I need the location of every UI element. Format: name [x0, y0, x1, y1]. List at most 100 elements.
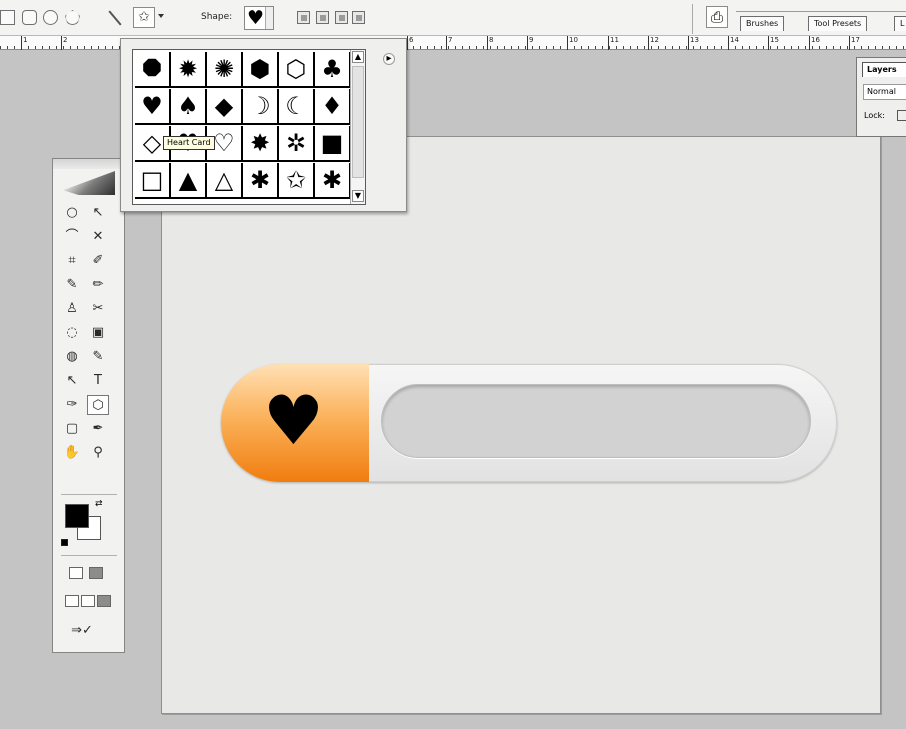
crescent-icon[interactable]: ☽ — [243, 89, 279, 125]
ruler-number: 1 — [21, 36, 27, 50]
ruler-number: 9 — [527, 36, 533, 50]
tooltip: Heart Card — [163, 136, 215, 150]
polygon-tool-icon[interactable] — [65, 10, 80, 25]
tab-tool-presets[interactable]: Tool Presets — [808, 16, 868, 31]
tools-palette: ○ ↖ ⌒ ✕ ⌗ ✐ ✎ ✏ ♙ ✂ ◌ ▣ ◍ ✎ ↖ T ✑ ⬡ ▢ ✒ ✋ ⚲ ⇄ ⇒✓ — [52, 158, 125, 653]
brush-tool-icon[interactable]: ✏ — [87, 275, 109, 295]
chevron-down-icon[interactable]: ▼ — [352, 190, 364, 202]
eraser-tool-icon[interactable]: ◌ — [61, 323, 83, 343]
blend-mode-select[interactable]: Normal — [863, 84, 906, 100]
divider — [61, 555, 117, 556]
shape-picker-dropdown[interactable]: ♥ — [244, 6, 274, 30]
custom-shape-tool-icon[interactable]: ✩ — [133, 7, 155, 28]
chevron-up-icon[interactable]: ▲ — [352, 51, 364, 63]
heart-icon[interactable]: ♥ — [135, 89, 171, 125]
club-icon[interactable]: ♣ — [315, 52, 351, 88]
starburst-icon[interactable]: ✹ — [171, 52, 207, 88]
notes-tool-icon[interactable]: ▢ — [61, 419, 83, 439]
feather-logo-icon[interactable] — [63, 171, 115, 195]
layers-panel: Layers Normal Lock: — [856, 57, 906, 137]
tab-brushes[interactable]: Brushes — [740, 16, 785, 31]
clone-stamp-icon[interactable]: ♙ — [61, 299, 83, 319]
triangle-icon[interactable]: ▲ — [171, 163, 207, 199]
palette-well-icon[interactable]: ⎙ — [706, 6, 728, 28]
progress-inner-field — [381, 384, 811, 458]
dodge-tool-icon[interactable]: ✎ — [87, 347, 109, 367]
burst-icon[interactable]: ✸ — [243, 126, 279, 162]
custom-shape-picker-popup: ⯃✹✺⬢⬡♣♥♠◆☽☾♦◇♥♡✸✲■□▲△✱✩✱ ▲ ▼ ▸ — [120, 38, 407, 212]
swap-colors-icon[interactable]: ⇄ — [95, 499, 103, 509]
octagon-icon[interactable]: ⯃ — [135, 52, 171, 88]
type-tool-icon[interactable]: T — [87, 371, 109, 391]
create-new-shape-layer-icon[interactable] — [297, 11, 310, 24]
default-colors-icon[interactable] — [61, 539, 68, 546]
palette-well: Brushes Tool Presets L — [736, 11, 906, 31]
spade-icon[interactable]: ♠ — [171, 89, 207, 125]
eyedropper-tool-icon[interactable]: ✒ — [87, 419, 109, 439]
path-selection-icon[interactable]: ↖ — [61, 371, 83, 391]
shape-grid: ⯃✹✺⬢⬡♣♥♠◆☽☾♦◇♥♡✸✲■□▲△✱✩✱ — [132, 49, 366, 205]
ruler-number: 11 — [608, 36, 619, 50]
crescent-outline-icon[interactable]: ☾ — [279, 89, 315, 125]
pen-tool-icon[interactable]: ✑ — [61, 395, 83, 415]
slice-tool-icon[interactable]: ✐ — [87, 251, 109, 271]
hexagon-outline-icon[interactable]: ⬡ — [279, 52, 315, 88]
foreground-color-swatch[interactable] — [65, 504, 89, 528]
diamond-icon[interactable]: ◆ — [207, 89, 243, 125]
zoom-tool-icon[interactable]: ⚲ — [87, 443, 109, 463]
blur-tool-icon[interactable]: ◍ — [61, 347, 83, 367]
triangle-outline-icon[interactable]: △ — [207, 163, 243, 199]
rectangle-tool-icon[interactable] — [0, 10, 15, 25]
rounded-rectangle-tool-icon[interactable] — [22, 10, 37, 25]
quick-mask-mode-icon[interactable] — [89, 567, 103, 579]
move-tool-icon[interactable]: ↖ — [87, 203, 109, 223]
square-outline-icon[interactable]: □ — [135, 163, 171, 199]
chevron-down-icon[interactable] — [265, 7, 273, 29]
lock-transparency-checkbox[interactable] — [897, 110, 906, 121]
ruler-number: 13 — [688, 36, 699, 50]
asterisk-icon[interactable]: ✱ — [315, 163, 351, 199]
lasso-tool-icon[interactable]: ⌒ — [61, 227, 83, 247]
scrollbar-thumb[interactable] — [352, 66, 364, 178]
popup-menu-icon[interactable]: ▸ — [383, 53, 395, 65]
add-to-shape-area-icon[interactable] — [316, 11, 329, 24]
ruler-number: 6 — [407, 36, 413, 50]
tools-palette-titlebar[interactable] — [53, 159, 124, 169]
chevron-down-icon[interactable] — [158, 14, 164, 18]
heart-icon: ♥ — [247, 7, 265, 29]
line-tool-icon[interactable] — [108, 10, 122, 26]
hand-tool-icon[interactable]: ✋ — [61, 443, 83, 463]
full-screen-mode-icon[interactable] — [97, 595, 111, 607]
ruler-number: 17 — [849, 36, 860, 50]
healing-brush-icon[interactable]: ✎ — [61, 275, 83, 295]
burst-outline-icon[interactable]: ✲ — [279, 126, 315, 162]
full-screen-menu-mode-icon[interactable] — [81, 595, 95, 607]
lock-label: Lock: — [864, 111, 885, 120]
magic-wand-tool-icon[interactable]: ✕ — [87, 227, 109, 247]
puzzle-outline-icon[interactable]: ✩ — [279, 163, 315, 199]
options-bar: ✩ Shape: ♥ ⎙ Brushes Tool Presets L — [0, 0, 906, 36]
toolbar-separator — [692, 4, 693, 34]
ruler-number: 14 — [728, 36, 739, 50]
hexagon-icon[interactable]: ⬢ — [243, 52, 279, 88]
crop-tool-icon[interactable]: ⌗ — [61, 251, 83, 271]
ruler-number: 10 — [567, 36, 578, 50]
square-icon[interactable]: ■ — [315, 126, 351, 162]
custom-shape-tool-icon[interactable]: ⬡ — [87, 395, 109, 415]
history-brush-icon[interactable]: ✂ — [87, 299, 109, 319]
diamond-small-icon[interactable]: ♦ — [315, 89, 351, 125]
exclude-overlapping-icon[interactable] — [352, 11, 365, 24]
standard-mode-icon[interactable] — [69, 567, 83, 579]
seal-icon[interactable]: ✺ — [207, 52, 243, 88]
jump-to-imageready-icon[interactable]: ⇒✓ — [65, 621, 99, 641]
marquee-tool-icon[interactable]: ○ — [61, 203, 83, 223]
standard-screen-mode-icon[interactable] — [65, 595, 79, 607]
scrollbar[interactable]: ▲ ▼ — [350, 50, 365, 204]
intersect-shape-areas-icon[interactable] — [335, 11, 348, 24]
ellipse-tool-icon[interactable] — [43, 10, 58, 25]
tab-layer-comps[interactable]: L — [894, 16, 906, 31]
puzzle-icon[interactable]: ✱ — [243, 163, 279, 199]
progress-widget: ♥ — [221, 364, 837, 482]
gradient-tool-icon[interactable]: ▣ — [87, 323, 109, 343]
tab-layers[interactable]: Layers — [862, 62, 906, 77]
